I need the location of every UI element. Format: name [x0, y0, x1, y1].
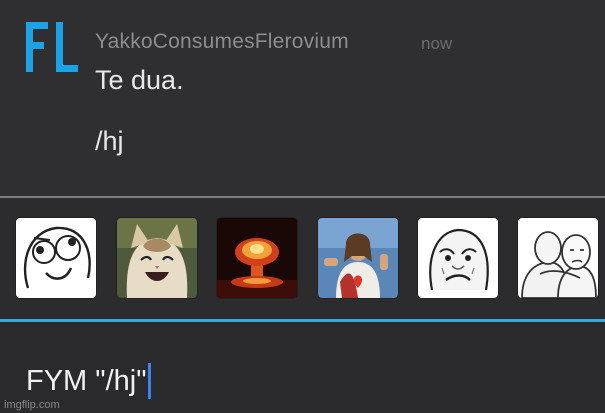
message-input-text[interactable]: FYM "/hj"	[26, 363, 151, 399]
buddy-christ-sticker[interactable]	[318, 218, 398, 298]
okay-face-sticker[interactable]	[418, 218, 498, 298]
username[interactable]: YakkoConsumesFlerovium	[95, 30, 349, 54]
timestamp: now	[421, 34, 453, 53]
smiling-cat-sticker[interactable]	[117, 218, 197, 298]
sticker-picker	[0, 198, 605, 320]
hug-wojak-sticker[interactable]	[518, 218, 598, 298]
message-line: /hj	[95, 126, 124, 156]
derp-face-sticker[interactable]	[16, 218, 96, 298]
text-caret	[147, 363, 151, 399]
user-avatar[interactable]	[24, 20, 80, 74]
message-line: Te dua.	[95, 65, 184, 95]
message-input-value: FYM "/hj"	[26, 364, 147, 397]
nuclear-explosion-sticker[interactable]	[217, 218, 297, 298]
message-input[interactable]: FYM "/hj" imgflip.com	[0, 322, 605, 413]
imgflip-watermark: imgflip.com	[4, 399, 60, 411]
comment: YakkoConsumesFlerovium now Te dua. /hj	[0, 0, 605, 196]
